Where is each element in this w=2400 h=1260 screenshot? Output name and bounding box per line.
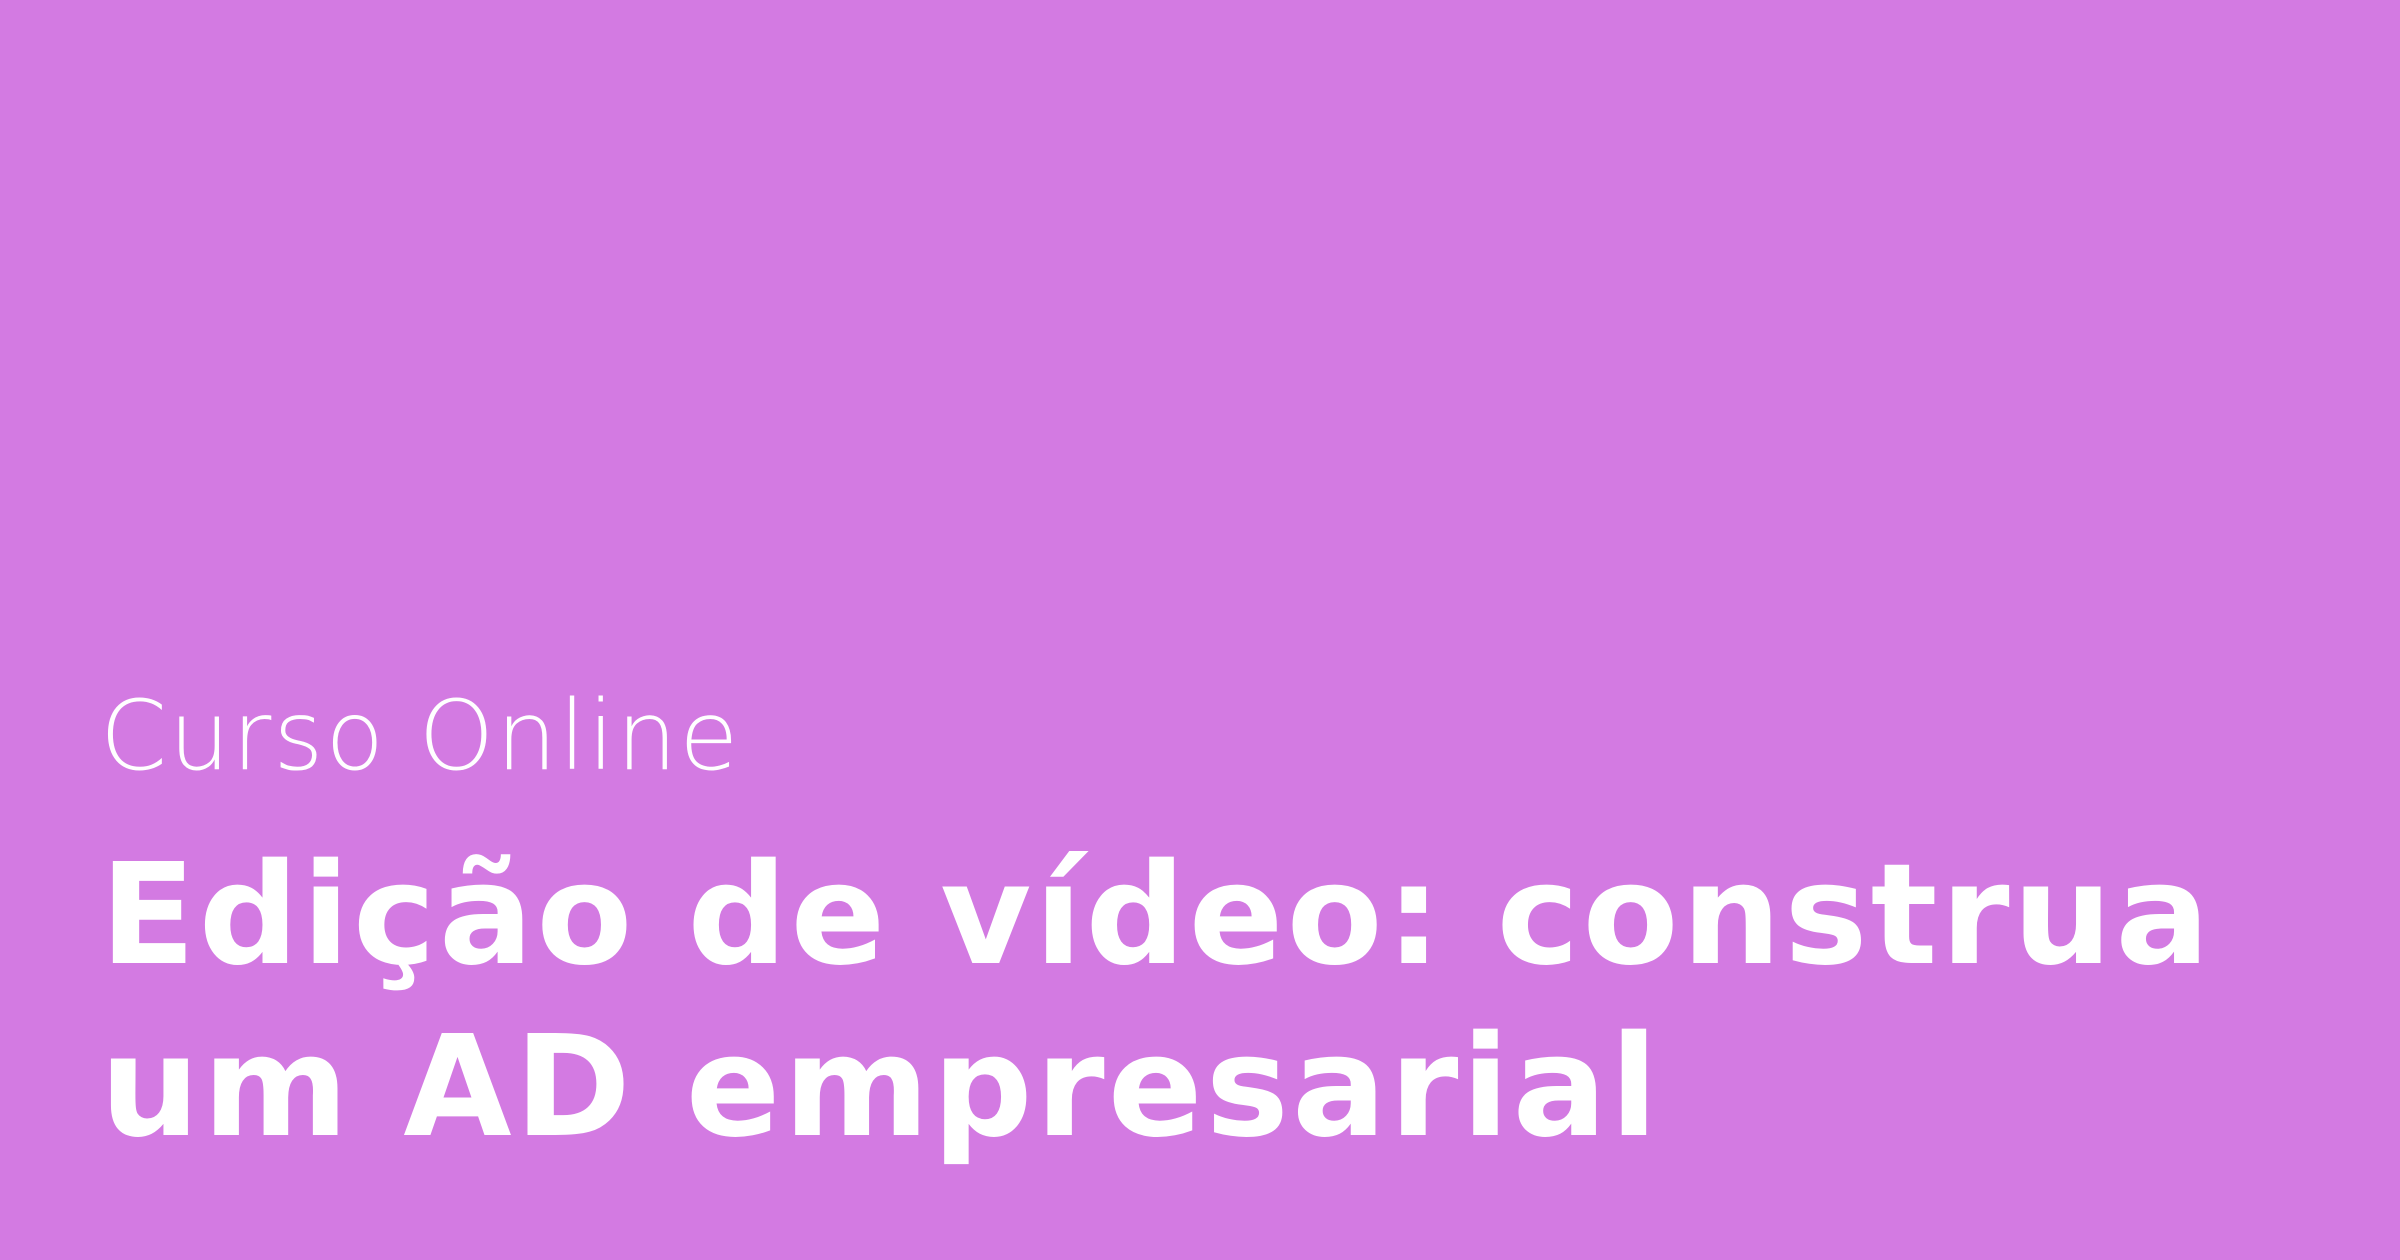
course-title-line-2: um AD empresarial [100, 1006, 1661, 1169]
course-title-line-1: Edição de vídeo: construa [100, 834, 2213, 997]
course-card-content: Curso Online Edição de vídeo: construa u… [100, 680, 2350, 1174]
course-title: Edição de vídeo: construa um AD empresar… [100, 830, 2350, 1174]
course-type-label: Curso Online [100, 680, 741, 792]
